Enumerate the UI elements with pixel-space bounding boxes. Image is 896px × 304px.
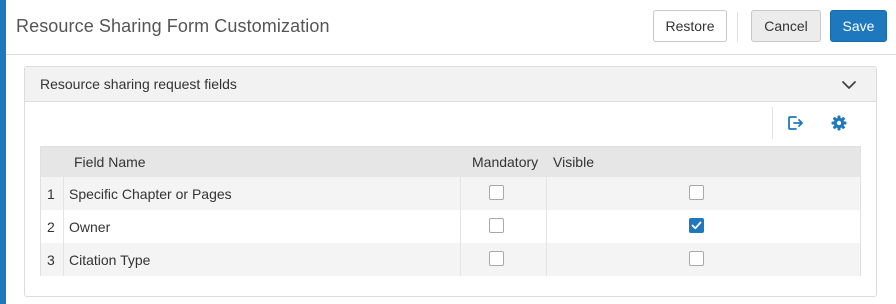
page-header: Resource Sharing Form Customization Rest…	[6, 0, 896, 55]
panel-title: Resource sharing request fields	[40, 76, 237, 92]
mandatory-checkbox[interactable]	[489, 185, 504, 200]
fields-table: Field Name Mandatory Visible 1 Specific …	[40, 146, 861, 276]
request-fields-panel: Resource sharing request fields Field Na…	[24, 66, 877, 297]
toolbar-separator	[772, 107, 773, 139]
column-header-visible[interactable]: Visible	[553, 154, 594, 170]
table-row: 2 Owner	[41, 210, 860, 243]
cell-divider	[63, 177, 64, 210]
row-index: 2	[47, 219, 55, 235]
cell-divider	[460, 210, 461, 243]
cell-divider	[546, 210, 547, 243]
table-header: Field Name Mandatory Visible	[41, 147, 860, 177]
cell-divider	[63, 210, 64, 243]
visible-checkbox[interactable]	[689, 185, 704, 200]
cell-divider	[546, 177, 547, 210]
restore-button[interactable]: Restore	[653, 10, 727, 42]
mandatory-checkbox[interactable]	[489, 218, 504, 233]
panel-header[interactable]: Resource sharing request fields	[25, 67, 876, 102]
table-row: 1 Specific Chapter or Pages	[41, 177, 860, 210]
column-header-mandatory[interactable]: Mandatory	[472, 154, 538, 170]
row-index: 3	[47, 252, 55, 268]
cell-divider	[546, 243, 547, 276]
row-index: 1	[47, 186, 55, 202]
table-row: 3 Citation Type	[41, 243, 860, 276]
cancel-button[interactable]: Cancel	[751, 10, 821, 42]
save-button[interactable]: Save	[830, 10, 887, 42]
cell-divider	[460, 243, 461, 276]
gear-icon[interactable]	[830, 114, 848, 132]
field-name-cell: Owner	[69, 219, 111, 235]
export-icon[interactable]	[786, 114, 804, 132]
column-header-field-name[interactable]: Field Name	[74, 154, 146, 170]
mandatory-checkbox[interactable]	[489, 251, 504, 266]
visible-checkbox[interactable]	[689, 218, 704, 233]
cell-divider	[460, 177, 461, 210]
field-name-cell: Citation Type	[69, 252, 151, 268]
page-title: Resource Sharing Form Customization	[16, 16, 330, 36]
visible-checkbox[interactable]	[689, 251, 704, 266]
cell-divider	[63, 243, 64, 276]
header-separator	[737, 12, 738, 42]
chevron-down-icon[interactable]	[840, 76, 858, 94]
field-name-cell: Specific Chapter or Pages	[69, 186, 232, 202]
